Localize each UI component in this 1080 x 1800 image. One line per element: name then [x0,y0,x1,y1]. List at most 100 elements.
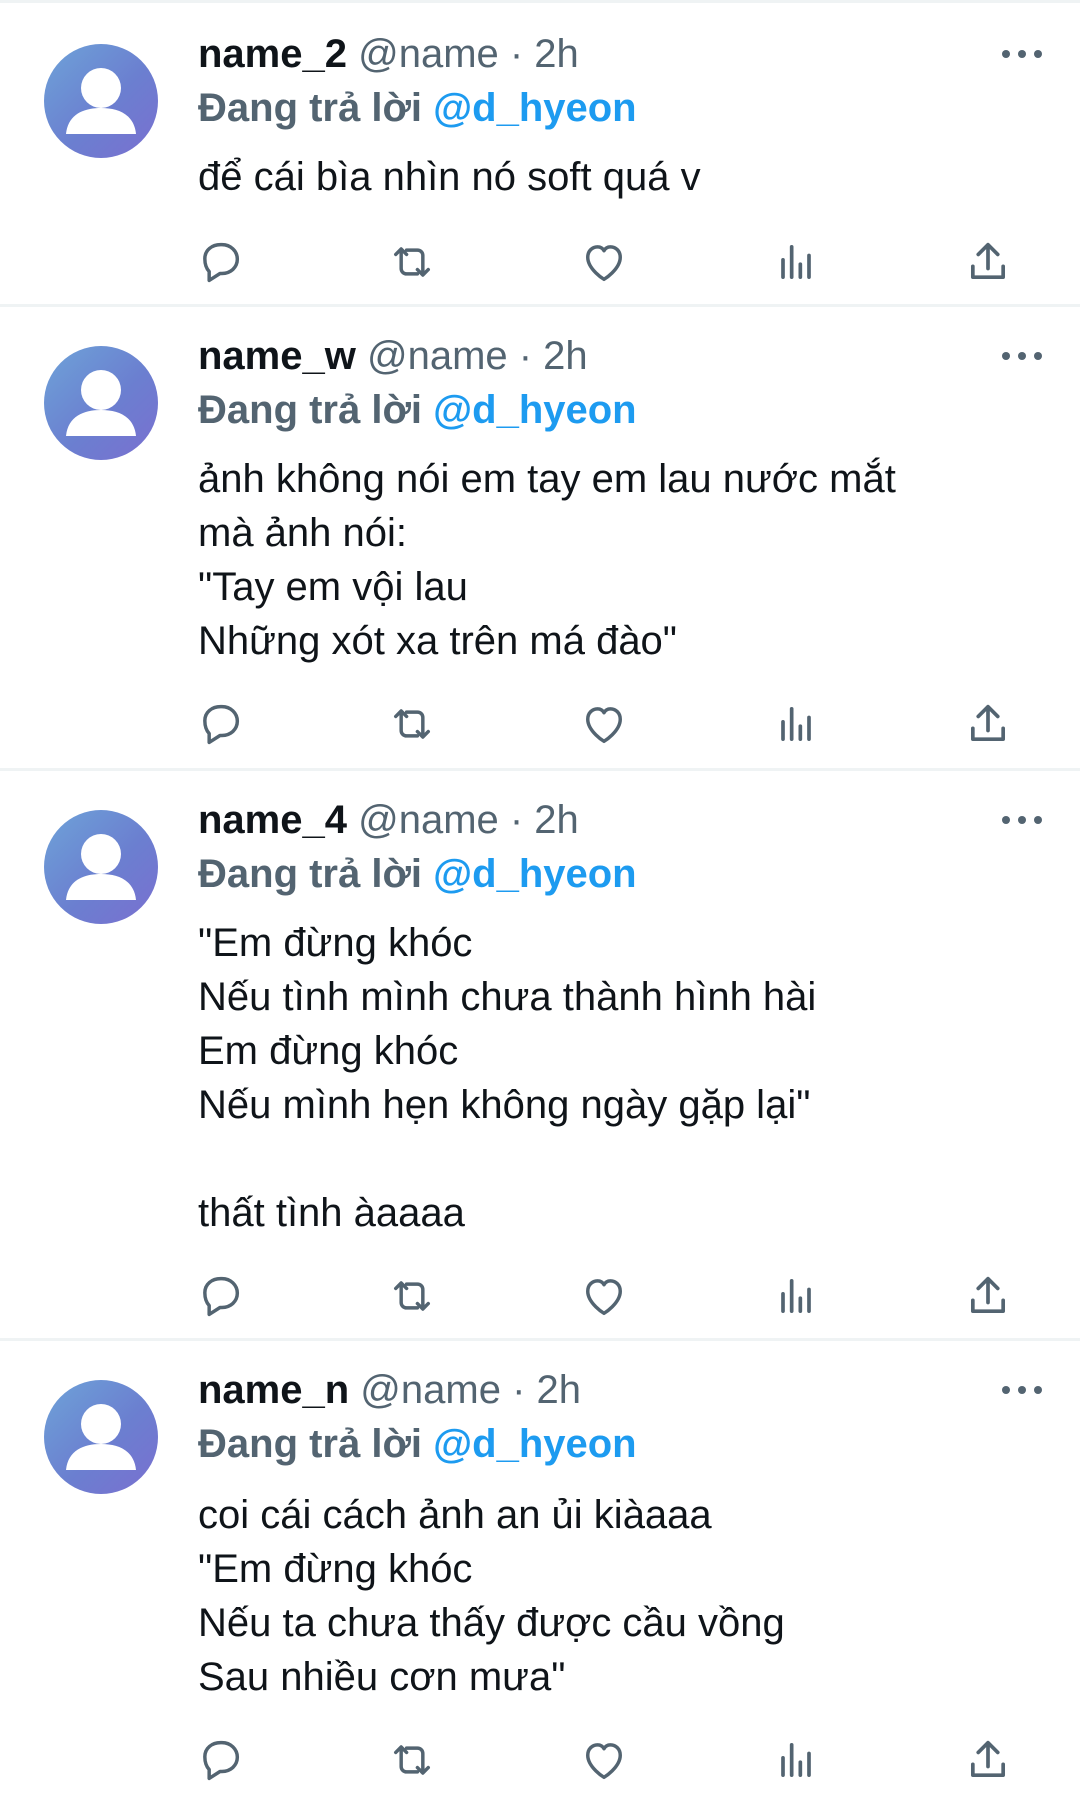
tweet-text-line: "Tay em vội lau [198,565,468,609]
default-avatar-icon [66,834,136,900]
avatar[interactable] [44,1380,158,1494]
reply-icon [203,1276,240,1317]
replying-to-label: Đang trả lời [198,852,434,896]
share-button[interactable] [962,236,1014,288]
action-bar [0,1270,1080,1322]
tweet-text-line: để cái bìa nhìn nó soft quá v [198,155,701,199]
tweet-divider [0,304,1080,307]
tweet-text: để cái bìa nhìn nó soft quá v [198,150,1038,204]
replying-to-mention[interactable]: @d_hyeon [433,388,636,432]
views-icon [781,706,811,742]
like-button[interactable] [578,698,630,750]
replying-to: Đang trả lời @d_hyeon [198,386,637,434]
action-bar [0,236,1080,288]
share-button[interactable] [962,1734,1014,1786]
reply-icon [203,704,240,745]
tweet-divider [0,1338,1080,1341]
reply-icon [203,1740,240,1781]
handle-and-time: @name · 2h [349,1368,581,1412]
retweet-button[interactable] [386,1734,438,1786]
tweet-header: name_w @name · 2h [198,332,588,380]
replying-to-mention[interactable]: @d_hyeon [433,852,636,896]
tweet-text-line: ảnh không nói em tay em lau nước mắt [198,457,896,501]
like-icon [586,1279,622,1316]
tweet-text-line: "Em đừng khóc [198,1547,473,1591]
default-avatar-icon [66,1404,136,1470]
tweet-text-line: "Em đừng khóc [198,921,473,965]
tweet-divider [0,768,1080,771]
views-icon [781,244,811,280]
retweet-icon [394,1281,430,1311]
retweet-button[interactable] [386,698,438,750]
display-name[interactable]: name_w [198,334,356,378]
retweet-button[interactable] [386,236,438,288]
avatar[interactable] [44,810,158,924]
more-options-icon[interactable] [1000,346,1044,366]
retweet-icon [394,247,430,277]
more-options-icon[interactable] [1000,1380,1044,1400]
replying-to-mention[interactable]: @d_hyeon [433,1422,636,1466]
replying-to: Đang trả lời @d_hyeon [198,850,637,898]
views-button[interactable] [770,698,822,750]
retweet-icon [394,1745,430,1775]
tweet-text-line: coi cái cách ảnh an ủi kiàaaa [198,1493,712,1537]
tweet-text-line: thất tình àaaaa [198,1191,465,1235]
retweet-icon [394,709,430,739]
share-button[interactable] [962,698,1014,750]
views-button[interactable] [770,1270,822,1322]
action-bar [0,698,1080,750]
like-icon [586,245,622,282]
like-button[interactable] [578,1734,630,1786]
replying-to-label: Đang trả lời [198,86,434,130]
display-name[interactable]: name_4 [198,798,347,842]
reply-button[interactable] [194,1270,246,1322]
views-button[interactable] [770,1734,822,1786]
replying-to-label: Đang trả lời [198,1422,434,1466]
like-button[interactable] [578,236,630,288]
share-icon [970,704,1006,742]
tweet-text-line: Sau nhiều cơn mưa" [198,1655,566,1699]
tweet-text-line: Nếu tình mình chưa thành hình hài [198,975,817,1019]
default-avatar-icon [66,370,136,436]
replying-to-label: Đang trả lời [198,388,434,432]
retweet-button[interactable] [386,1270,438,1322]
reply-button[interactable] [194,236,246,288]
avatar[interactable] [44,44,158,158]
reply-button[interactable] [194,698,246,750]
views-icon [781,1742,811,1778]
tweet-text-line: Em đừng khóc [198,1029,459,1073]
tweet-header: name_4 @name · 2h [198,796,579,844]
replying-to-mention[interactable]: @d_hyeon [433,86,636,130]
tweet-text: "Em đừng khóc Nếu tình mình chưa thành h… [198,916,1038,1240]
handle-and-time: @name · 2h [355,334,588,378]
tweet-text-line: Nếu ta chưa thấy được cầu vồng [198,1601,785,1645]
share-icon [970,1276,1006,1314]
tweet-text-line: Nếu mình hẹn không ngày gặp lại" [198,1083,811,1127]
tweet-text-line: mà ảnh nói: [198,511,408,555]
replying-to: Đang trả lời @d_hyeon [198,1420,637,1468]
replying-to: Đang trả lời @d_hyeon [198,84,637,132]
like-icon [586,707,622,744]
tweet-text: ảnh không nói em tay em lau nước mắt mà … [198,452,1038,668]
reply-button[interactable] [194,1734,246,1786]
share-button[interactable] [962,1270,1014,1322]
like-button[interactable] [578,1270,630,1322]
share-icon [970,1740,1006,1778]
like-icon [586,1743,622,1780]
reply-icon [203,242,240,283]
more-options-icon[interactable] [1000,44,1044,64]
tweet-header: name_n @name · 2h [198,1366,581,1414]
views-button[interactable] [770,236,822,288]
share-icon [970,242,1006,280]
more-options-icon[interactable] [1000,810,1044,830]
display-name[interactable]: name_n [198,1368,349,1412]
tweet-text: coi cái cách ảnh an ủi kiàaaa "Em đừng k… [198,1488,1038,1704]
avatar[interactable] [44,346,158,460]
views-icon [781,1278,811,1314]
display-name[interactable]: name_2 [198,32,347,76]
tweet-text-line: Những xót xa trên má đào" [198,619,678,663]
handle-and-time: @name · 2h [346,32,579,76]
tweet-header: name_2 @name · 2h [198,30,579,78]
tweet-text-line [198,1132,1038,1186]
default-avatar-icon [66,68,136,134]
